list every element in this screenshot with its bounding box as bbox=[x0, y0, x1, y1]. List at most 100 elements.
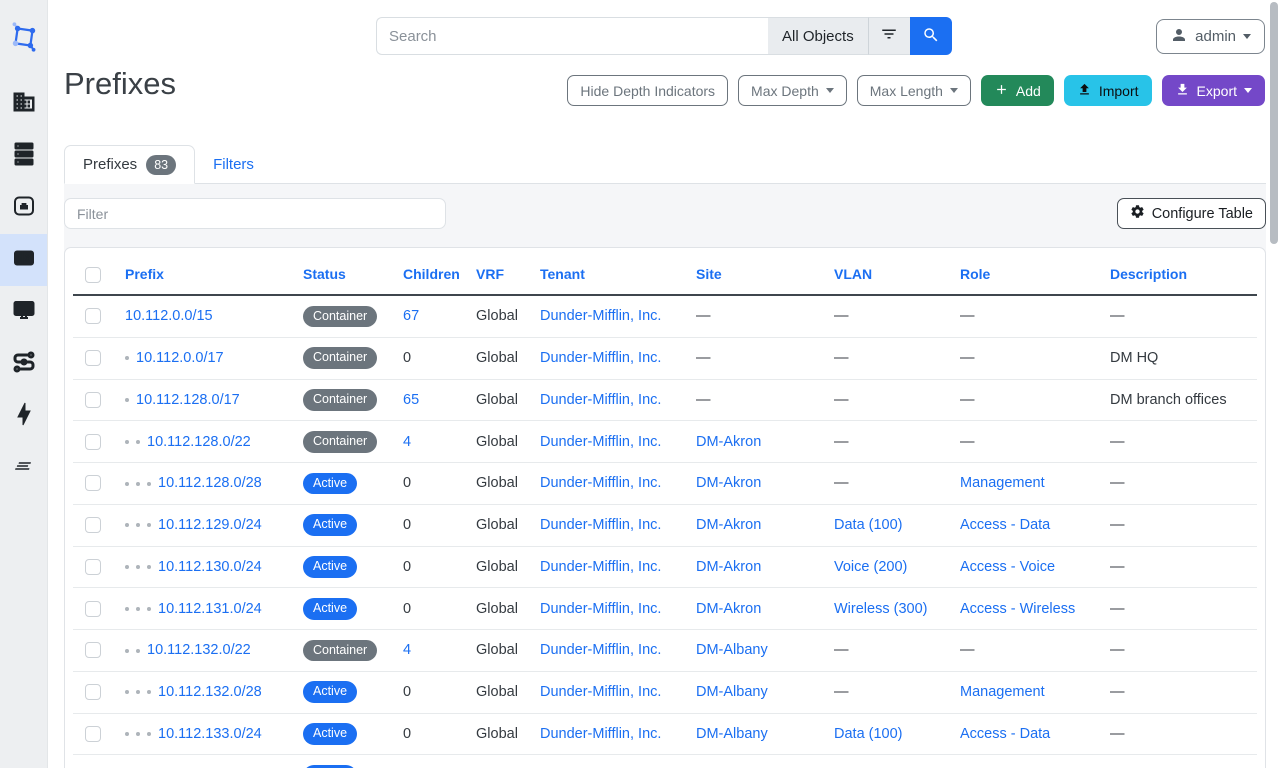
prefix-link[interactable]: 10.112.0.0/15 bbox=[125, 308, 213, 324]
prefix-link[interactable]: 10.112.129.0/24 bbox=[158, 517, 262, 533]
hide-depth-indicators-button[interactable]: Hide Depth Indicators bbox=[567, 75, 728, 106]
row-checkbox[interactable] bbox=[85, 684, 101, 700]
max-depth-dropdown[interactable]: Max Depth bbox=[738, 75, 847, 106]
site-link[interactable]: DM-Akron bbox=[696, 517, 761, 533]
page-title: Prefixes bbox=[64, 66, 176, 102]
vlan-link[interactable]: Data (100) bbox=[834, 517, 903, 533]
site-link[interactable]: DM-Akron bbox=[696, 559, 761, 575]
row-checkbox[interactable] bbox=[85, 434, 101, 450]
column-sort-link[interactable]: Site bbox=[696, 266, 722, 282]
site-link[interactable]: DM-Akron bbox=[696, 601, 761, 617]
add-button[interactable]: Add bbox=[981, 75, 1054, 106]
prefix-link[interactable]: 10.112.130.0/24 bbox=[158, 559, 262, 575]
sidebar-item-netbox-logo[interactable] bbox=[0, 13, 47, 65]
tenant-cell: Dunder-Mifflin, Inc. bbox=[528, 588, 684, 630]
sidebar-item-ipam[interactable] bbox=[0, 234, 47, 286]
row-checkbox[interactable] bbox=[85, 350, 101, 366]
prefix-link[interactable]: 10.112.132.0/28 bbox=[158, 684, 262, 700]
row-checkbox[interactable] bbox=[85, 642, 101, 658]
max-length-dropdown[interactable]: Max Length bbox=[857, 75, 971, 106]
tenant-link[interactable]: Dunder-Mifflin, Inc. bbox=[540, 601, 661, 617]
tenant-link[interactable]: Dunder-Mifflin, Inc. bbox=[540, 684, 661, 700]
sidebar-item-other[interactable] bbox=[0, 442, 47, 494]
role-link[interactable]: Access - Wireless bbox=[960, 601, 1075, 617]
page-scrollbar-thumb[interactable] bbox=[1270, 2, 1278, 244]
role-link[interactable]: Management bbox=[960, 684, 1045, 700]
role-link[interactable]: Access - Data bbox=[960, 726, 1050, 742]
row-checkbox[interactable] bbox=[85, 475, 101, 491]
children-count[interactable]: 4 bbox=[403, 642, 411, 658]
children-cell: 0 bbox=[391, 504, 464, 546]
search-filter-button[interactable] bbox=[868, 17, 910, 55]
sidebar-item-devices[interactable] bbox=[0, 130, 47, 182]
prefix-link[interactable]: 10.112.128.0/17 bbox=[136, 392, 240, 408]
children-count[interactable]: 67 bbox=[403, 308, 419, 324]
column-sort-link[interactable]: Description bbox=[1110, 266, 1187, 282]
prefix-link[interactable]: 10.112.0.0/17 bbox=[136, 350, 224, 366]
tab-filters[interactable]: Filters bbox=[195, 145, 272, 183]
tenant-link[interactable]: Dunder-Mifflin, Inc. bbox=[540, 517, 661, 533]
user-menu-button[interactable]: admin bbox=[1156, 19, 1265, 54]
tab-prefixes[interactable]: Prefixes 83 bbox=[64, 145, 195, 184]
tenant-link[interactable]: Dunder-Mifflin, Inc. bbox=[540, 642, 661, 658]
column-sort-link[interactable]: Status bbox=[303, 266, 346, 282]
status-cell: Active bbox=[291, 504, 391, 546]
tenant-link[interactable]: Dunder-Mifflin, Inc. bbox=[540, 726, 661, 742]
sidebar-item-power[interactable] bbox=[0, 390, 47, 442]
sidebar-item-virtualization[interactable] bbox=[0, 286, 47, 338]
role-link[interactable]: Access - Voice bbox=[960, 559, 1055, 575]
row-checkbox[interactable] bbox=[85, 726, 101, 742]
row-checkbox[interactable] bbox=[85, 308, 101, 324]
sidebar-item-organization[interactable] bbox=[0, 78, 47, 130]
column-sort-link[interactable]: Role bbox=[960, 266, 990, 282]
row-checkbox[interactable] bbox=[85, 517, 101, 533]
import-button[interactable]: Import bbox=[1064, 75, 1152, 106]
vlan-link[interactable]: Data (100) bbox=[834, 726, 903, 742]
tenant-link[interactable]: Dunder-Mifflin, Inc. bbox=[540, 308, 661, 324]
vlan-link[interactable]: Wireless (300) bbox=[834, 601, 927, 617]
site-link[interactable]: DM-Akron bbox=[696, 475, 761, 491]
site-link[interactable]: DM-Albany bbox=[696, 726, 768, 742]
row-checkbox[interactable] bbox=[85, 601, 101, 617]
prefix-link[interactable]: 10.112.133.0/24 bbox=[158, 726, 262, 742]
account-icon bbox=[1170, 26, 1188, 48]
children-count[interactable]: 4 bbox=[403, 434, 411, 450]
table-filter-input[interactable] bbox=[64, 198, 446, 229]
prefix-link[interactable]: 10.112.128.0/22 bbox=[147, 434, 251, 450]
site-link[interactable]: DM-Akron bbox=[696, 434, 761, 450]
filter-variant-icon bbox=[880, 25, 898, 48]
vlan-link[interactable]: Voice (200) bbox=[834, 559, 907, 575]
role-link[interactable]: Management bbox=[960, 475, 1045, 491]
tenant-link[interactable]: Dunder-Mifflin, Inc. bbox=[540, 392, 661, 408]
column-sort-link[interactable]: VLAN bbox=[834, 266, 872, 282]
site-link[interactable]: DM-Albany bbox=[696, 684, 768, 700]
tenant-link[interactable]: Dunder-Mifflin, Inc. bbox=[540, 434, 661, 450]
sidebar-item-connections[interactable] bbox=[0, 182, 47, 234]
prefix-link[interactable]: 10.112.131.0/24 bbox=[158, 601, 262, 617]
search-input[interactable] bbox=[376, 17, 768, 55]
table-row: 10.112.130.0/24Active0GlobalDunder-Miffl… bbox=[73, 546, 1257, 588]
role-link[interactable]: Access - Data bbox=[960, 517, 1050, 533]
column-sort-link[interactable]: VRF bbox=[476, 266, 504, 282]
row-checkbox[interactable] bbox=[85, 392, 101, 408]
export-dropdown[interactable]: Export bbox=[1162, 75, 1265, 106]
tenant-link[interactable]: Dunder-Mifflin, Inc. bbox=[540, 350, 661, 366]
row-checkbox[interactable] bbox=[85, 559, 101, 575]
children-count[interactable]: 65 bbox=[403, 392, 419, 408]
vlan-cell: Data (100) bbox=[822, 713, 948, 755]
prefix-link[interactable]: 10.112.128.0/28 bbox=[158, 475, 262, 491]
tenant-link[interactable]: Dunder-Mifflin, Inc. bbox=[540, 559, 661, 575]
search-submit-button[interactable] bbox=[910, 17, 952, 55]
depth-indicator-dot bbox=[136, 607, 140, 611]
search-scope-select[interactable]: All Objects bbox=[768, 17, 868, 55]
column-sort-link[interactable]: Prefix bbox=[125, 266, 164, 282]
site-link[interactable]: DM-Albany bbox=[696, 642, 768, 658]
column-sort-link[interactable]: Children bbox=[403, 266, 460, 282]
prefix-link[interactable]: 10.112.132.0/22 bbox=[147, 642, 251, 658]
configure-table-button[interactable]: Configure Table bbox=[1117, 198, 1266, 229]
tenant-link[interactable]: Dunder-Mifflin, Inc. bbox=[540, 475, 661, 491]
column-header-children: Children bbox=[391, 256, 464, 295]
select-all-checkbox[interactable] bbox=[85, 267, 101, 283]
sidebar-item-circuits[interactable] bbox=[0, 338, 47, 390]
column-sort-link[interactable]: Tenant bbox=[540, 266, 585, 282]
